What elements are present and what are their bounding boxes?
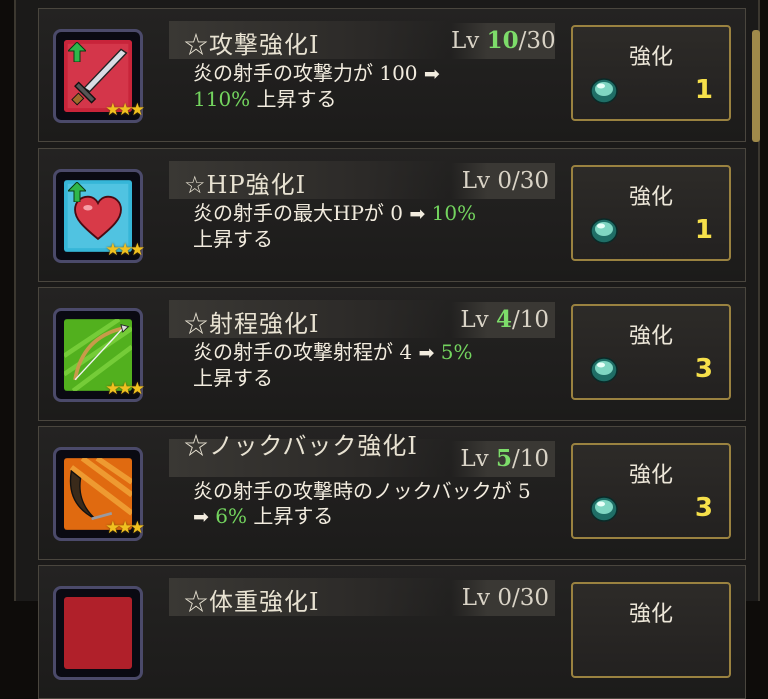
level-label: Lv <box>451 28 480 54</box>
enhance-cost: 1 <box>694 75 713 105</box>
level-current: 4 <box>495 306 512 333</box>
scrollbar-thumb[interactable] <box>752 30 760 142</box>
desc-new-value: 5% <box>440 340 473 364</box>
level-up-arrow-icon <box>68 42 86 62</box>
level-max: 10 <box>519 307 549 333</box>
skill-description: 炎の射手の攻撃射程が 4 ➡ 5% 上昇する <box>193 340 563 391</box>
skill-description: 炎の射手の攻撃時のノックバックが 5 ➡ 6% 上昇する <box>193 479 533 530</box>
desc-text: 炎の射手の最大HPが 0 <box>193 201 410 225</box>
desc-suffix: 上昇する <box>250 87 337 111</box>
skill-title: ☆攻撃強化I <box>184 31 320 59</box>
skill-row-hp: ★★★ ☆HP強化I Lv 0/30 炎の射手の最大HPが 0 ➡ 10% 上昇… <box>38 148 746 282</box>
skill-description: 炎の射手の攻撃力が 100 ➡ 110% 上昇する <box>193 61 563 112</box>
skill-icon-frame: ★★★ <box>53 169 145 263</box>
enhance-button[interactable]: 強化 <box>571 582 731 678</box>
arrow-right-icon: ➡ <box>423 63 440 85</box>
skill-icon-frame: ★★★ <box>53 29 145 123</box>
level-label: Lv <box>460 446 489 472</box>
skill-icon-frame <box>53 586 143 680</box>
level-label: Lv <box>461 168 491 194</box>
enhance-button[interactable]: 強化 3 <box>571 443 731 539</box>
skill-title: ☆体重強化I <box>184 588 320 616</box>
gem-icon <box>590 218 618 244</box>
desc-new-value: 6% <box>215 504 248 528</box>
skill-row-attack: ★★★ ☆攻撃強化I Lv 10/30 炎の射手の攻撃力が 100 ➡ 110%… <box>38 8 746 142</box>
enhance-button-label: 強化 <box>628 45 673 70</box>
desc-text: 炎の射手の攻撃射程が 4 <box>193 340 419 364</box>
enhance-button-label: 強化 <box>628 463 673 488</box>
level-current: 0 <box>497 168 512 194</box>
enhance-button[interactable]: 強化 1 <box>571 25 731 121</box>
arrow-right-icon: ➡ <box>409 203 426 225</box>
level-max: 30 <box>519 168 549 194</box>
level-max: 30 <box>519 585 549 611</box>
level-up-arrow-icon <box>68 182 86 202</box>
skill-level: Lv 0/30 <box>451 163 555 199</box>
level-separator: / <box>511 585 520 611</box>
skill-level: Lv 0/30 <box>451 580 555 616</box>
arrow-right-icon: ➡ <box>418 342 435 364</box>
level-current: 10 <box>486 27 519 54</box>
desc-text: 炎の射手の攻撃力が 100 <box>193 61 424 85</box>
skill-row-weight: ☆体重強化I Lv 0/30 強化 <box>38 565 746 699</box>
level-current: 5 <box>495 445 512 472</box>
gem-icon <box>590 357 618 383</box>
level-current: 0 <box>497 585 512 611</box>
skill-row-knockback: ★★★ ☆ノックバック強化I Lv 5/10 炎の射手の攻撃時のノックバックが … <box>38 426 746 560</box>
level-max: 30 <box>526 28 556 54</box>
enhance-button[interactable]: 強化 3 <box>571 304 731 400</box>
level-separator: / <box>511 168 520 194</box>
level-label: Lv <box>461 585 491 611</box>
rarity-stars: ★★★ <box>105 379 145 399</box>
rarity-stars: ★★★ <box>105 100 145 120</box>
desc-text: 炎の射手の攻撃時のノックバックが 5 <box>193 479 531 503</box>
skill-level: Lv 5/10 <box>451 441 555 477</box>
level-separator: / <box>511 446 520 472</box>
skill-list-panel: ★★★ ☆攻撃強化I Lv 10/30 炎の射手の攻撃力が 100 ➡ 110%… <box>14 0 760 699</box>
level-label: Lv <box>460 307 489 333</box>
level-max: 10 <box>519 446 549 472</box>
desc-suffix: 上昇する <box>193 366 273 390</box>
enhance-cost: 3 <box>694 493 713 523</box>
skill-icon-frame: ★★★ <box>53 308 145 402</box>
arrow-right-icon: ➡ <box>193 506 209 528</box>
desc-new-value: 10% <box>431 201 477 225</box>
desc-suffix: 上昇する <box>247 504 334 528</box>
rarity-stars: ★★★ <box>105 518 145 538</box>
skill-level: Lv 10/30 <box>451 23 556 59</box>
skill-title: ☆ノックバック強化I <box>184 432 418 460</box>
enhance-cost: 1 <box>694 215 713 245</box>
gem-icon <box>590 78 618 104</box>
desc-new-value: 110% <box>193 87 251 111</box>
skill-level: Lv 4/10 <box>451 302 555 338</box>
gem-icon <box>590 496 618 522</box>
skill-icon-frame: ★★★ <box>53 447 145 541</box>
skill-title: ☆HP強化I <box>184 171 307 199</box>
desc-suffix: 上昇する <box>193 227 273 251</box>
enhance-button-label: 強化 <box>628 324 673 349</box>
enhance-cost: 3 <box>694 354 713 384</box>
rarity-stars: ★★★ <box>105 240 145 260</box>
skill-description: 炎の射手の最大HPが 0 ➡ 10% 上昇する <box>193 201 563 252</box>
level-separator: / <box>511 307 520 333</box>
enhance-button-label: 強化 <box>628 185 673 210</box>
skill-row-range: ★★★ ☆射程強化I Lv 4/10 炎の射手の攻撃射程が 4 ➡ 5% 上昇す… <box>38 287 746 421</box>
enhance-button[interactable]: 強化 1 <box>571 165 731 261</box>
weight-icon <box>64 597 132 669</box>
skill-title: ☆射程強化I <box>184 310 320 338</box>
